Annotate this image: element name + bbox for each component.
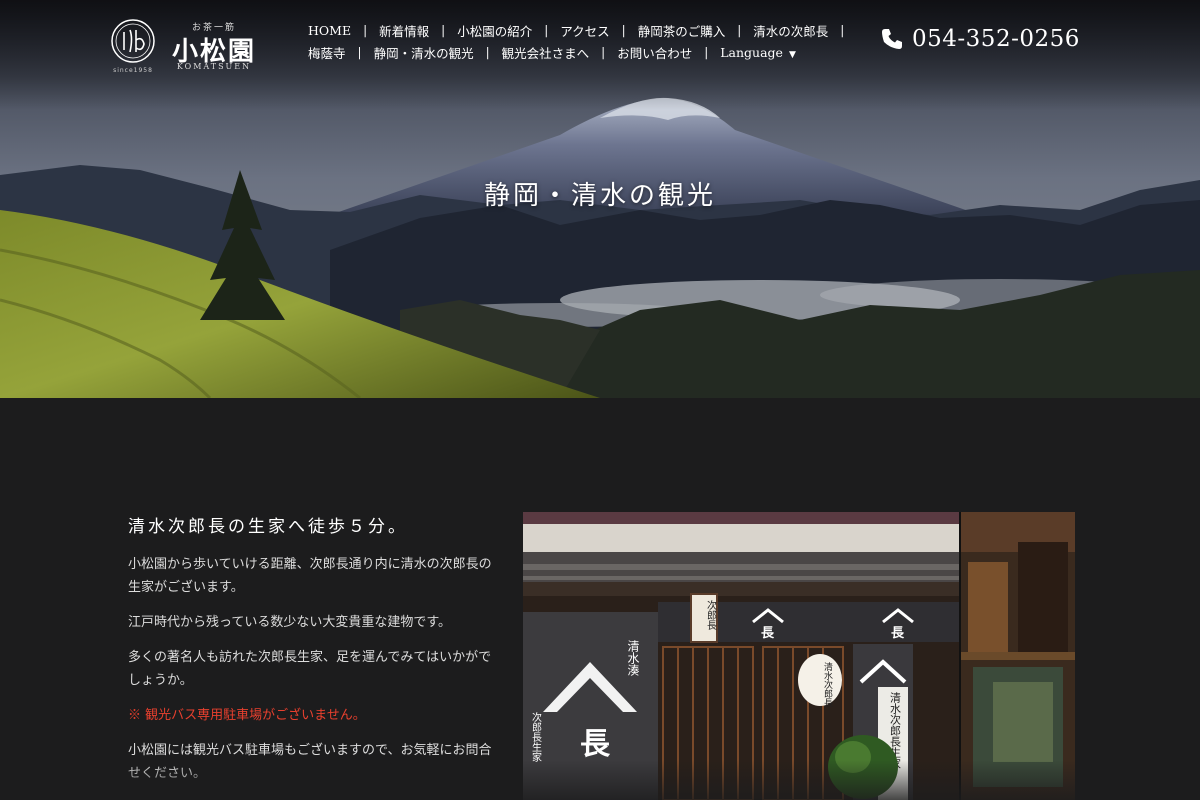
nav-row-2: 梅蔭寺 | 静岡・清水の観光 | 観光会社さまへ | お問い合わせ | Lang… xyxy=(296,41,836,63)
nav-item-tourism[interactable]: 静岡・清水の観光 xyxy=(362,43,486,62)
noren-crest: 長 xyxy=(761,626,775,641)
logo-since: since1958 xyxy=(113,67,153,74)
language-dropdown[interactable]: Language ▼ xyxy=(708,45,808,60)
site-logo[interactable]: since1958 お茶一筋 小松園 KOMATSUEN xyxy=(110,18,260,74)
paragraph: 多くの著名人も訪れた次郎長生家、足を運んでみてはいかがでしょうか。 xyxy=(128,650,492,688)
jirocho-house-photo: 清水湊 長 次郎長生家 長 長 次郎長 清水次郎長 清水次郎長生家 xyxy=(523,512,1075,800)
phone-number: 054-352-0256 xyxy=(912,26,1080,52)
sign-text: 次郎長 xyxy=(705,599,717,631)
nav-item-news[interactable]: 新着情報 xyxy=(367,21,441,40)
noren-crest: 長 xyxy=(580,727,611,762)
noren-text: 清水湊 xyxy=(626,640,640,676)
nav-item-about[interactable]: 小松園の紹介 xyxy=(445,21,544,40)
nav-item-access[interactable]: アクセス xyxy=(548,21,621,40)
language-label: Language xyxy=(720,44,783,60)
noren-crest: 長 xyxy=(891,626,905,641)
phone-contact[interactable]: 054-352-0256 xyxy=(880,26,1080,52)
intro-section: 清水次郎長の生家へ徒歩５分。 小松園から歩いていける距離、次郎長通り内に清水の次… xyxy=(128,512,500,797)
nav-item-contact[interactable]: お問い合わせ xyxy=(605,43,704,62)
lantern-text: 清水次郎長 xyxy=(822,661,833,708)
nav-item-purchase[interactable]: 静岡茶のご購入 xyxy=(626,21,738,40)
paragraph: 小松園から歩いていける距離、次郎長通り内に清水の次郎長の生家がございます。 xyxy=(128,557,492,595)
paragraph: 小松園には観光バス駐車場もございますので、お気軽にお問合せください。 xyxy=(128,743,492,781)
nav-item-tour-companies[interactable]: 観光会社さまへ xyxy=(490,43,602,62)
nav-item-home[interactable]: HOME xyxy=(296,23,363,38)
main-navigation: HOME | 新着情報 | 小松園の紹介 | アクセス | 静岡茶のご購入 | … xyxy=(296,19,844,63)
nav-item-baiinji[interactable]: 梅蔭寺 xyxy=(296,43,358,62)
paragraph: 江戸時代から残っている数少ない大変貴重な建物です。 xyxy=(128,615,452,630)
chevron-down-icon: ▼ xyxy=(788,49,796,60)
logo-emblem-icon xyxy=(111,19,155,63)
phone-icon xyxy=(882,29,902,49)
nav-divider: | xyxy=(840,23,845,37)
nav-row-1: HOME | 新着情報 | 小松園の紹介 | アクセス | 静岡茶のご購入 | … xyxy=(296,19,844,41)
jirocho-house-image: 清水湊 長 次郎長生家 長 長 次郎長 清水次郎長 清水次郎長生家 xyxy=(523,512,1075,800)
noren-subtext: 次郎長生家 xyxy=(530,711,542,762)
logo-roman: KOMATSUEN xyxy=(176,62,252,71)
page-title: 静岡・清水の観光 xyxy=(483,181,716,211)
nav-item-jirocho[interactable]: 清水の次郎長 xyxy=(741,21,840,40)
bus-parking-notice: ※ 観光バス専用駐車場がございません。 xyxy=(128,708,366,723)
section-heading: 清水次郎長の生家へ徒歩５分。 xyxy=(128,517,408,537)
